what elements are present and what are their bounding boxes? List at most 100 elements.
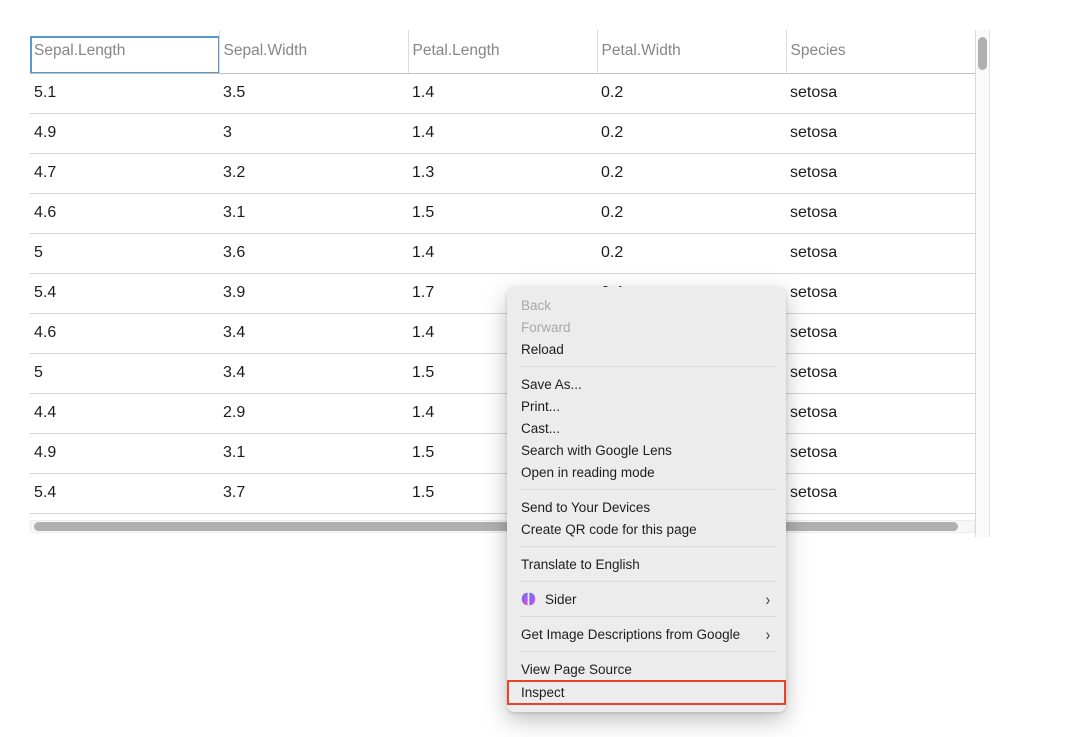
- table-cell: 5.4: [30, 273, 219, 313]
- table-cell: 3.7: [219, 473, 408, 513]
- table-cell: 1.4: [408, 113, 597, 153]
- table-header-row: Sepal.LengthSepal.WidthPetal.LengthPetal…: [30, 30, 975, 73]
- table-cell: 4.9: [30, 113, 219, 153]
- submenu-chevron-icon: ›: [766, 626, 771, 643]
- menu-item-save-as[interactable]: Save As...: [507, 373, 786, 395]
- table-row: 4.63.11.50.2setosa: [30, 193, 975, 233]
- table-cell: 1.5: [408, 193, 597, 233]
- menu-item-translate-to-english[interactable]: Translate to English: [507, 553, 786, 575]
- vertical-scrollbar[interactable]: [975, 30, 990, 537]
- menu-item-label: Save As...: [521, 377, 582, 392]
- column-header-petal-width[interactable]: Petal.Width: [597, 30, 786, 73]
- table-cell: 3.4: [219, 353, 408, 393]
- table-row: 53.61.40.2setosa: [30, 233, 975, 273]
- table-cell: setosa: [786, 433, 975, 473]
- menu-item-reload[interactable]: Reload: [507, 338, 786, 360]
- table-cell: 0.2: [597, 153, 786, 193]
- table-cell: setosa: [786, 393, 975, 433]
- menu-item-cast[interactable]: Cast...: [507, 417, 786, 439]
- menu-item-open-in-reading-mode[interactable]: Open in reading mode: [507, 461, 786, 483]
- table-cell: setosa: [786, 273, 975, 313]
- table-cell: setosa: [786, 73, 975, 113]
- table-cell: 2.9: [219, 393, 408, 433]
- table-cell: 0.2: [597, 233, 786, 273]
- menu-item-label: Translate to English: [521, 557, 640, 572]
- menu-separator: [520, 546, 776, 547]
- menu-separator: [520, 616, 776, 617]
- menu-item-label: View Page Source: [521, 662, 632, 677]
- menu-item-print[interactable]: Print...: [507, 395, 786, 417]
- menu-item-inspect[interactable]: Inspect: [507, 680, 786, 705]
- submenu-chevron-icon: ›: [766, 591, 771, 608]
- menu-item-label: Forward: [521, 320, 571, 335]
- table-cell: 3.9: [219, 273, 408, 313]
- table-row: 4.73.21.30.2setosa: [30, 153, 975, 193]
- column-header-sepal-width[interactable]: Sepal.Width: [219, 30, 408, 73]
- table-cell: setosa: [786, 153, 975, 193]
- menu-item-label: Reload: [521, 342, 564, 357]
- menu-separator: [520, 489, 776, 490]
- menu-item-label: Send to Your Devices: [521, 500, 650, 515]
- table-cell: setosa: [786, 233, 975, 273]
- menu-item-create-qr-code-for-this-page[interactable]: Create QR code for this page: [507, 518, 786, 540]
- vertical-scrollbar-thumb[interactable]: [978, 37, 987, 70]
- table-row: 5.13.51.40.2setosa: [30, 73, 975, 113]
- table-cell: 3.6: [219, 233, 408, 273]
- menu-item-label: Inspect: [521, 685, 565, 700]
- context-menu: Back Forward Reload Save As... Print... Cast.…: [507, 287, 786, 712]
- menu-item-label: Search with Google Lens: [521, 443, 672, 458]
- table-cell: 4.6: [30, 193, 219, 233]
- menu-item-label: Create QR code for this page: [521, 522, 697, 537]
- table-cell: 5: [30, 233, 219, 273]
- menu-item-label: Get Image Descriptions from Google: [521, 627, 740, 642]
- table-cell: 1.3: [408, 153, 597, 193]
- table-row: 53.41.50.2setosa: [30, 353, 975, 393]
- table-cell: 3.1: [219, 433, 408, 473]
- table-row: 5.43.91.70.4setosa: [30, 273, 975, 313]
- table-cell: 3.2: [219, 153, 408, 193]
- menu-item-label: Print...: [521, 399, 560, 414]
- menu-item-send-to-your-devices[interactable]: Send to Your Devices: [507, 496, 786, 518]
- table-cell: 3: [219, 113, 408, 153]
- table-body: 5.13.51.40.2setosa4.931.40.2setosa4.73.2…: [30, 73, 975, 513]
- table-cell: 1.4: [408, 73, 597, 113]
- data-table: Sepal.LengthSepal.WidthPetal.LengthPetal…: [30, 30, 976, 514]
- table-cell: 4.6: [30, 313, 219, 353]
- table-cell: setosa: [786, 473, 975, 513]
- table-cell: 0.2: [597, 193, 786, 233]
- table-cell: 5.4: [30, 473, 219, 513]
- menu-separator: [520, 581, 776, 582]
- horizontal-scrollbar-thumb[interactable]: [34, 522, 958, 531]
- horizontal-scrollbar[interactable]: [30, 520, 975, 533]
- table-row: 4.63.41.40.3setosa: [30, 313, 975, 353]
- table-cell: setosa: [786, 313, 975, 353]
- column-header-petal-length[interactable]: Petal.Length: [408, 30, 597, 73]
- menu-item-view-page-source[interactable]: View Page Source: [507, 658, 786, 680]
- column-header-species[interactable]: Species: [786, 30, 975, 73]
- table-cell: 5: [30, 353, 219, 393]
- menu-item-label: Open in reading mode: [521, 465, 655, 480]
- menu-item-get-image-descriptions-from-google[interactable]: Get Image Descriptions from Google ›: [507, 623, 786, 645]
- menu-item-search-with-google-lens[interactable]: Search with Google Lens: [507, 439, 786, 461]
- table-row: 4.931.40.2setosa: [30, 113, 975, 153]
- table-cell: 3.1: [219, 193, 408, 233]
- menu-item-forward: Forward: [507, 316, 786, 338]
- table-cell: setosa: [786, 353, 975, 393]
- table-cell: 4.7: [30, 153, 219, 193]
- menu-separator: [520, 651, 776, 652]
- table-cell: 3.4: [219, 313, 408, 353]
- table-cell: 3.5: [219, 73, 408, 113]
- column-header-sepal-length[interactable]: Sepal.Length: [30, 30, 219, 73]
- table-cell: 1.4: [408, 233, 597, 273]
- menu-item-label: Cast...: [521, 421, 560, 436]
- browser-viewport: Sepal.LengthSepal.WidthPetal.LengthPetal…: [0, 0, 1065, 737]
- table-cell: 0.2: [597, 113, 786, 153]
- table-row: 4.93.11.50.1setosa: [30, 433, 975, 473]
- menu-item-label: Back: [521, 298, 551, 313]
- menu-item-sider[interactable]: Sider›: [507, 588, 786, 610]
- menu-separator: [520, 366, 776, 367]
- table-row: 4.42.91.40.2setosa: [30, 393, 975, 433]
- sider-brain-icon: [521, 592, 536, 606]
- table-cell: 4.4: [30, 393, 219, 433]
- table-cell: 5.1: [30, 73, 219, 113]
